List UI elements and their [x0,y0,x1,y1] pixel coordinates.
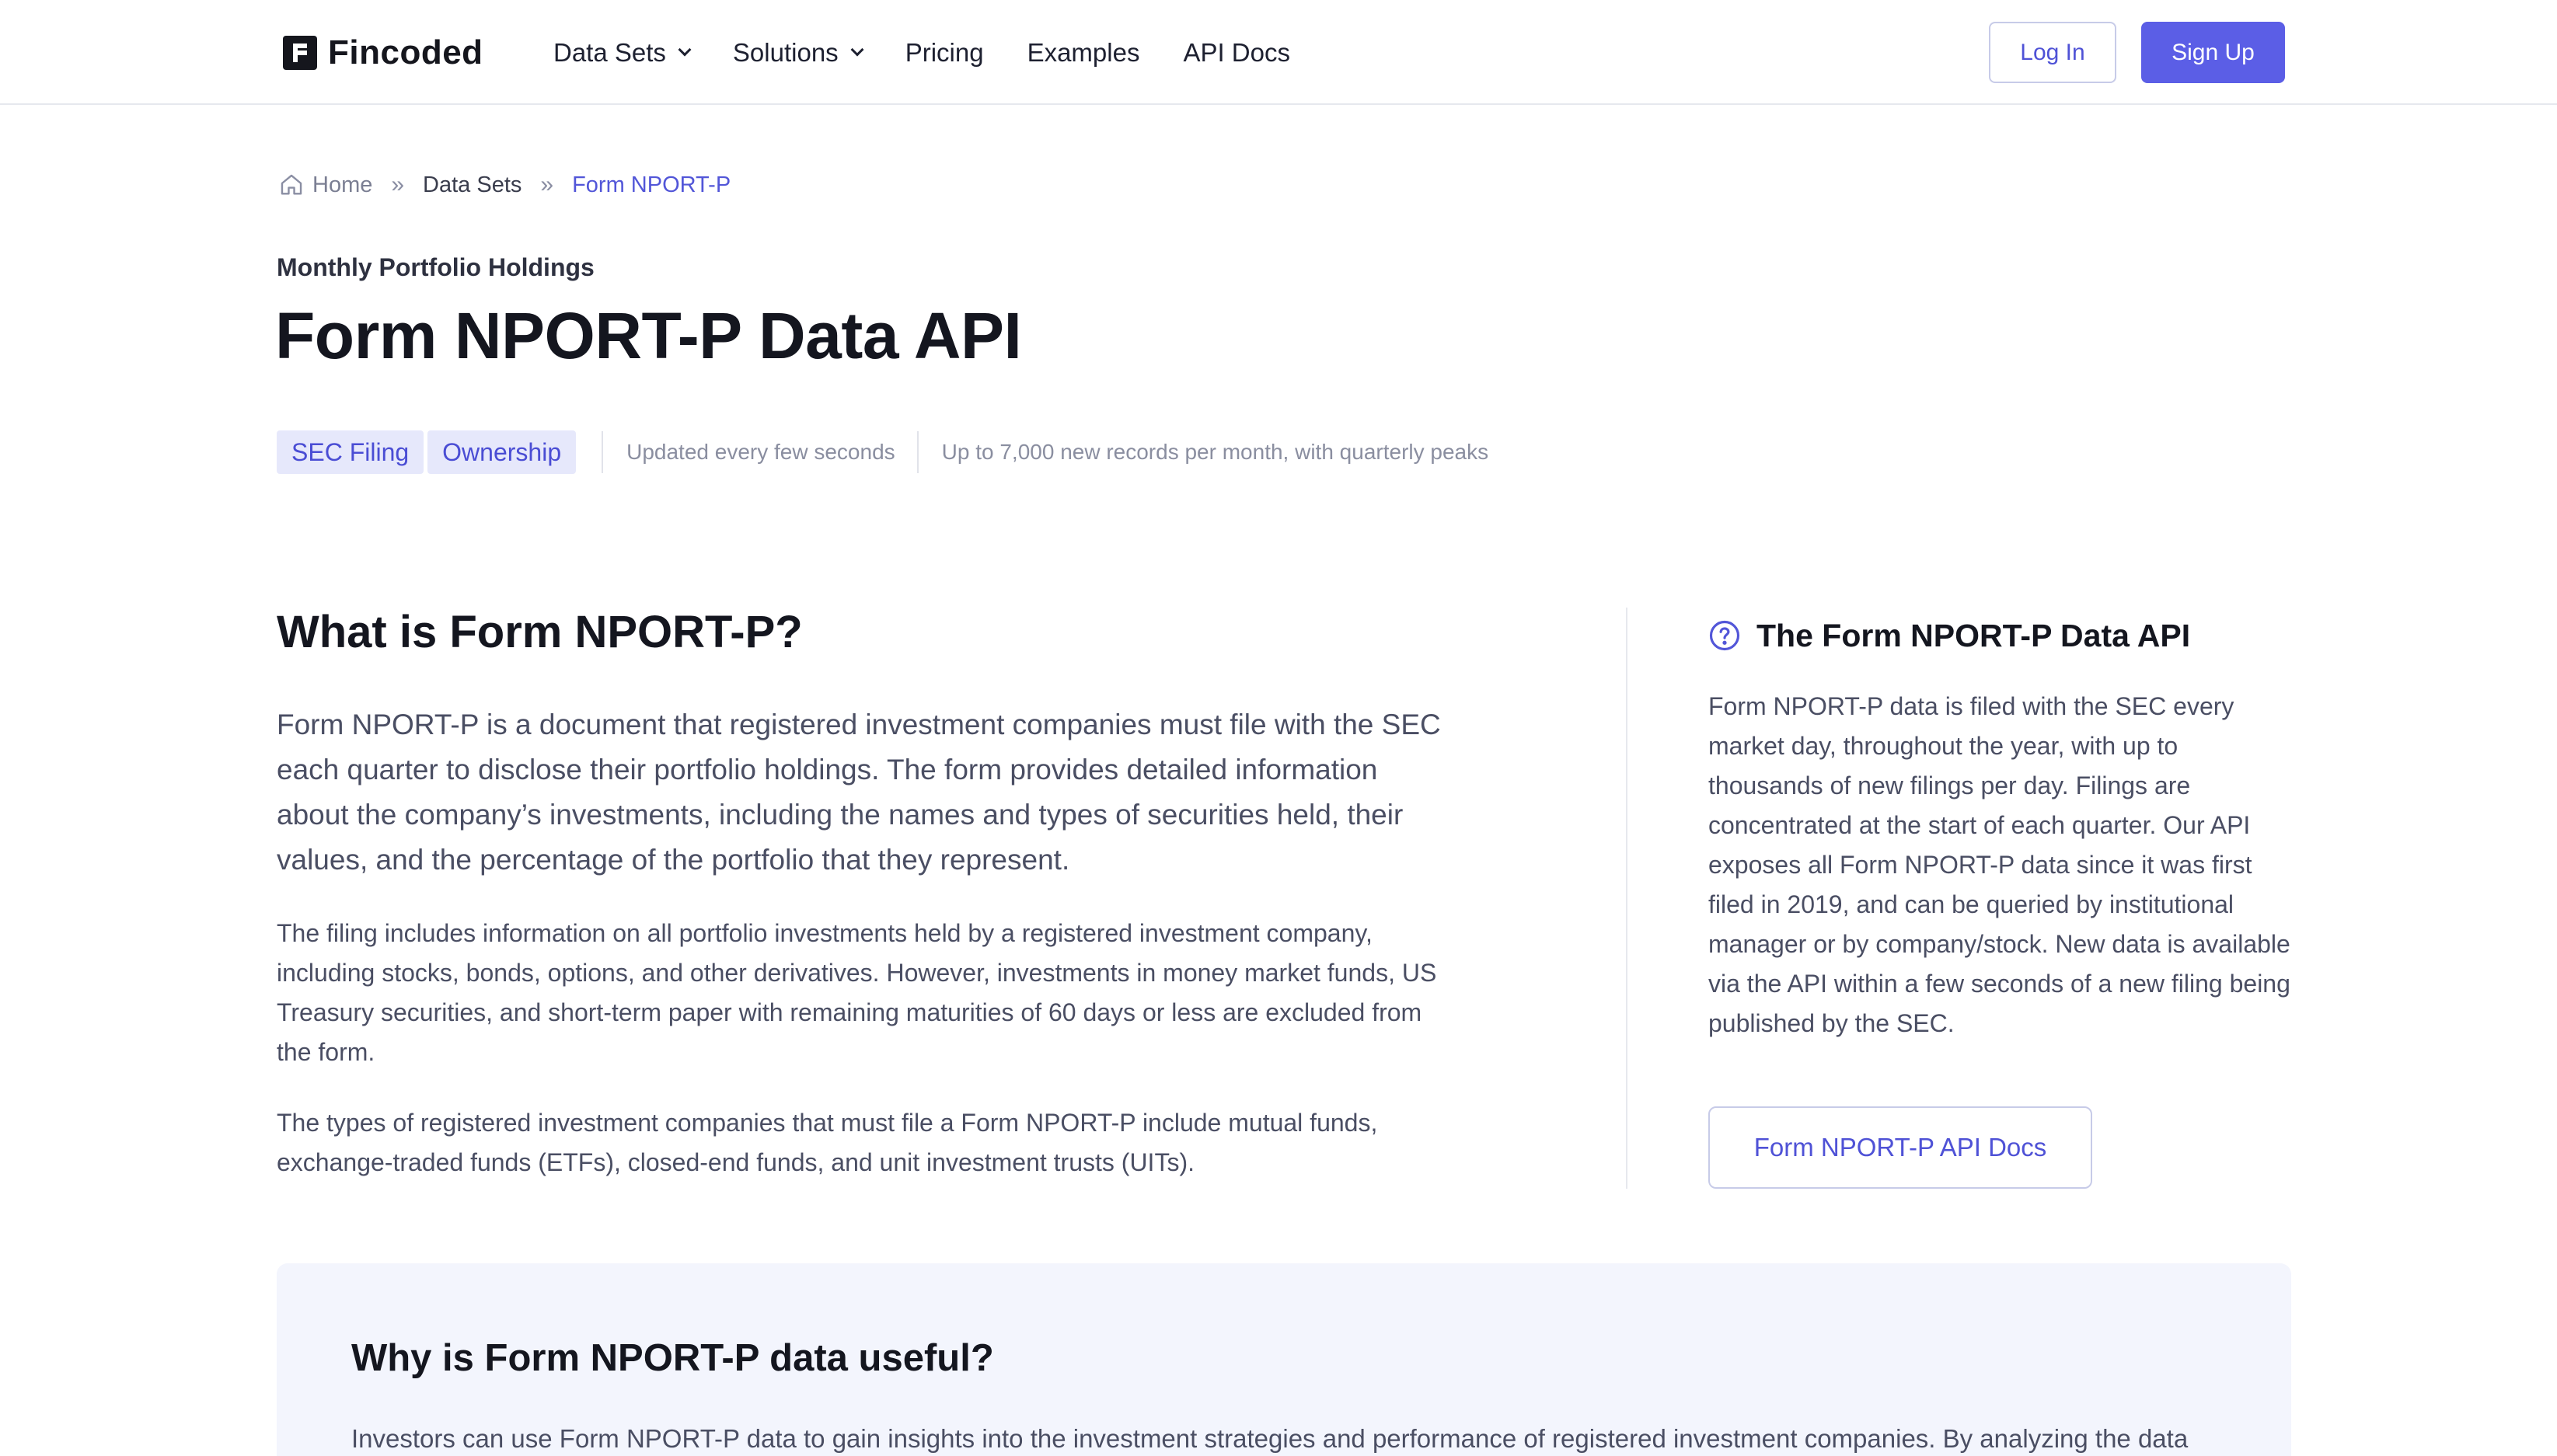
chevron-down-icon [850,43,864,57]
body-paragraph: The types of registered investment compa… [277,1109,1378,1176]
signup-button[interactable]: Sign Up [2141,22,2285,83]
nav-label: Data Sets [553,38,666,67]
sidebar-header: The Form NPORT-P Data API [1708,615,2190,656]
body-paragraph: The filing includes information on all p… [277,919,1437,1066]
breadcrumb-separator: » [540,172,554,197]
sidebar-description: Form NPORT-P data is filed with the SEC … [1708,692,2290,1037]
main-nav: Data Sets Solutions Pricing Examples API… [553,34,1334,71]
nav-api-docs[interactable]: API Docs [1183,38,1290,68]
nav-solutions[interactable]: Solutions [732,38,864,68]
panel-heading: Why is Form NPORT-P data useful? [351,1337,994,1379]
page-title: Form NPORT-P Data API [275,299,1022,372]
tag-ownership[interactable]: Ownership [427,430,577,474]
breadcrumb-current[interactable]: Form NPORT-P [572,172,731,198]
brand-mark-icon [283,36,317,70]
nav-pricing[interactable]: Pricing [905,38,984,68]
breadcrumb-data-sets[interactable]: Data Sets [423,172,522,198]
breadcrumb-separator: » [391,172,405,197]
top-navbar: Fincoded Data Sets Solutions Pricing Exa… [0,0,2557,105]
api-docs-button[interactable]: Form NPORT-P API Docs [1708,1106,2092,1189]
brand-logo[interactable]: Fincoded [283,33,483,73]
nav-label: Examples [1027,38,1140,67]
login-button[interactable]: Log In [1989,22,2116,83]
chevron-down-icon [678,43,692,57]
home-icon [281,174,302,195]
column-divider [1626,608,1627,1189]
tags-row: SEC Filing Ownership Updated every few s… [277,430,1488,474]
page-eyebrow: Monthly Portfolio Holdings [277,253,595,281]
nav-label: Solutions [732,38,839,67]
question-circle-icon [1709,620,1740,651]
divider [602,431,604,473]
why-useful-panel: Why is Form NPORT-P data useful? Investo… [277,1263,2291,1456]
breadcrumb: Home » Data Sets » Form NPORT-P [278,169,731,200]
lead-paragraph: Form NPORT-P is a document that register… [277,709,1441,876]
divider [916,431,919,473]
tag-sec-filing[interactable]: SEC Filing [277,430,424,474]
nav-label: API Docs [1183,38,1290,67]
panel-text: Investors can use Form NPORT-P data to g… [351,1424,2189,1453]
update-frequency: Updated every few seconds [626,440,895,464]
section-heading: What is Form NPORT-P? [277,607,803,657]
nav-label: Pricing [905,38,984,67]
sidebar-title: The Form NPORT-P Data API [1756,617,2191,653]
nav-examples[interactable]: Examples [1027,38,1140,68]
brand-name: Fincoded [328,33,483,71]
breadcrumb-home[interactable]: Home [312,172,372,198]
nav-data-sets[interactable]: Data Sets [553,38,692,68]
record-volume: Up to 7,000 new records per month, with … [941,440,1489,464]
